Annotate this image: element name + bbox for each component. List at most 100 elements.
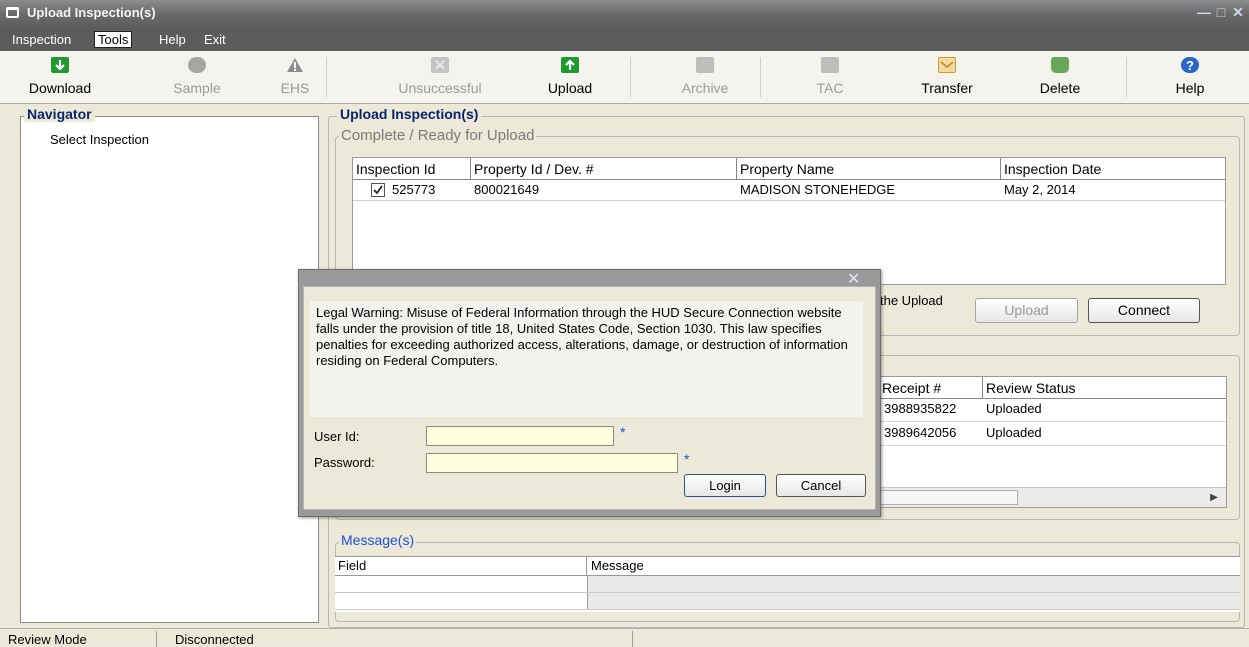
cancel-button[interactable]: Cancel bbox=[776, 474, 866, 497]
download-label: Download bbox=[28, 80, 92, 96]
transfer-icon bbox=[938, 57, 956, 73]
upload-label: Upload bbox=[547, 80, 593, 96]
cell-property-name: MADISON STONEHEDGE bbox=[740, 182, 896, 197]
navigator-title: Navigator bbox=[24, 106, 95, 122]
status-separator bbox=[632, 631, 633, 647]
navigator-panel bbox=[20, 116, 319, 623]
cell-inspection-id: 525773 bbox=[392, 182, 436, 197]
status-separator bbox=[156, 631, 157, 647]
maximize-icon[interactable]: □ bbox=[1214, 5, 1228, 19]
message-cell bbox=[587, 576, 1240, 592]
col-inspection-date[interactable]: Inspection Date bbox=[1001, 158, 1225, 180]
scroll-right-icon[interactable]: ▶ bbox=[1205, 490, 1223, 505]
main-title: Upload Inspection(s) bbox=[337, 106, 482, 122]
col-message[interactable]: Message bbox=[588, 556, 988, 576]
status-connection: Disconnected bbox=[175, 632, 254, 647]
cell-receipt: 3989642056 bbox=[884, 425, 957, 440]
upload-instruction-text: the Upload bbox=[880, 293, 943, 308]
archive-button[interactable]: Archive bbox=[655, 51, 755, 101]
status-mode: Review Mode bbox=[8, 632, 87, 647]
help-label: Help bbox=[1175, 80, 1205, 96]
delete-icon bbox=[1051, 57, 1069, 73]
delete-label: Delete bbox=[1039, 80, 1081, 96]
svg-text:?: ? bbox=[1186, 58, 1194, 73]
sample-button[interactable]: Sample bbox=[147, 51, 247, 101]
unsuccessful-icon bbox=[431, 57, 449, 73]
col-receipt[interactable]: Receipt # bbox=[879, 377, 983, 399]
login-dialog: ✕ Legal Warning: Misuse of Federal Infor… bbox=[298, 269, 881, 517]
download-button[interactable]: Download bbox=[10, 51, 110, 101]
menu-inspection[interactable]: Inspection bbox=[9, 31, 74, 48]
password-input[interactable] bbox=[426, 453, 678, 473]
connect-button[interactable]: Connect bbox=[1088, 298, 1200, 323]
user-id-label: User Id: bbox=[314, 429, 360, 444]
minimize-icon[interactable]: — bbox=[1197, 5, 1211, 19]
cell-receipt: 3988935822 bbox=[884, 401, 957, 416]
tac-icon bbox=[821, 57, 839, 73]
menu-help[interactable]: Help bbox=[156, 31, 189, 48]
legal-warning-text: Legal Warning: Misuse of Federal Informa… bbox=[310, 301, 863, 417]
ready-table: Inspection Id Property Id / Dev. # Prope… bbox=[352, 157, 1226, 285]
upload-dialog-button[interactable]: Upload bbox=[975, 298, 1078, 323]
required-marker: * bbox=[684, 451, 690, 467]
window-icon bbox=[6, 7, 19, 18]
cell-review-status: Uploaded bbox=[986, 425, 1042, 440]
transfer-label: Transfer bbox=[921, 80, 973, 96]
toolbar: Download Sample EHS Unsuccessful Upload … bbox=[0, 51, 1249, 104]
required-marker: * bbox=[620, 424, 626, 440]
messages-legend: Message(s) bbox=[339, 532, 417, 548]
col-property-name[interactable]: Property Name bbox=[737, 158, 1001, 180]
upload-button[interactable]: Upload bbox=[520, 51, 620, 101]
ready-table-header: Inspection Id Property Id / Dev. # Prope… bbox=[353, 158, 1225, 180]
menu-tools[interactable]: Tools bbox=[94, 31, 133, 48]
message-row bbox=[335, 576, 1240, 593]
col-inspection-id[interactable]: Inspection Id bbox=[353, 158, 471, 180]
help-button[interactable]: ? Help bbox=[1140, 51, 1240, 101]
user-id-input[interactable] bbox=[426, 426, 614, 446]
scrollbar-thumb[interactable] bbox=[878, 490, 1018, 505]
message-cell bbox=[587, 593, 1240, 609]
cell-inspection-date: May 2, 2014 bbox=[1004, 182, 1076, 197]
table-row[interactable]: 525773 800021649 MADISON STONEHEDGE May … bbox=[353, 179, 1225, 201]
ehs-button[interactable]: EHS bbox=[270, 51, 320, 101]
close-icon[interactable]: ✕ bbox=[1231, 5, 1245, 19]
login-button[interactable]: Login bbox=[684, 474, 766, 497]
menu-bar: Inspection Tools Help Exit bbox=[0, 26, 1249, 51]
tac-label: TAC bbox=[816, 80, 844, 96]
ready-group-legend: Complete / Ready for Upload bbox=[339, 127, 537, 144]
window-title-bar: Upload Inspection(s) — □ ✕ bbox=[0, 0, 1249, 26]
menu-exit[interactable]: Exit bbox=[201, 31, 229, 48]
upload-icon bbox=[561, 57, 579, 73]
message-row bbox=[335, 593, 1240, 610]
toolbar-separator bbox=[1126, 57, 1127, 97]
sample-icon bbox=[188, 57, 206, 73]
cell-property-id: 800021649 bbox=[474, 182, 540, 197]
sample-label: Sample bbox=[173, 80, 221, 96]
row-checkbox[interactable] bbox=[371, 183, 385, 197]
ehs-label: EHS bbox=[280, 80, 310, 96]
delete-button[interactable]: Delete bbox=[1005, 51, 1115, 101]
nav-item-select-inspection[interactable]: Select Inspection bbox=[50, 132, 149, 147]
messages-table: Field Message bbox=[335, 556, 1240, 612]
col-review-status[interactable]: Review Status bbox=[983, 377, 1226, 399]
col-property-id[interactable]: Property Id / Dev. # bbox=[471, 158, 737, 180]
ehs-warning-icon bbox=[286, 57, 304, 73]
check-icon bbox=[373, 185, 383, 195]
download-icon bbox=[51, 57, 69, 73]
help-icon: ? bbox=[1181, 57, 1199, 73]
tac-button[interactable]: TAC bbox=[780, 51, 880, 101]
toolbar-separator bbox=[630, 57, 631, 97]
dialog-body: Legal Warning: Misuse of Federal Informa… bbox=[303, 286, 876, 510]
unsuccessful-button[interactable]: Unsuccessful bbox=[370, 51, 510, 101]
status-bar: Review Mode Disconnected bbox=[0, 628, 1249, 647]
col-field[interactable]: Field bbox=[335, 556, 587, 576]
toolbar-separator bbox=[760, 57, 761, 97]
cell-review-status: Uploaded bbox=[986, 401, 1042, 416]
messages-table-header: Field Message bbox=[335, 556, 1240, 576]
unsuccessful-label: Unsuccessful bbox=[398, 80, 482, 96]
transfer-button[interactable]: Transfer bbox=[892, 51, 1002, 101]
archive-label: Archive bbox=[681, 80, 729, 96]
password-label: Password: bbox=[314, 455, 375, 470]
archive-icon bbox=[696, 57, 714, 73]
window-title: Upload Inspection(s) bbox=[27, 5, 156, 20]
